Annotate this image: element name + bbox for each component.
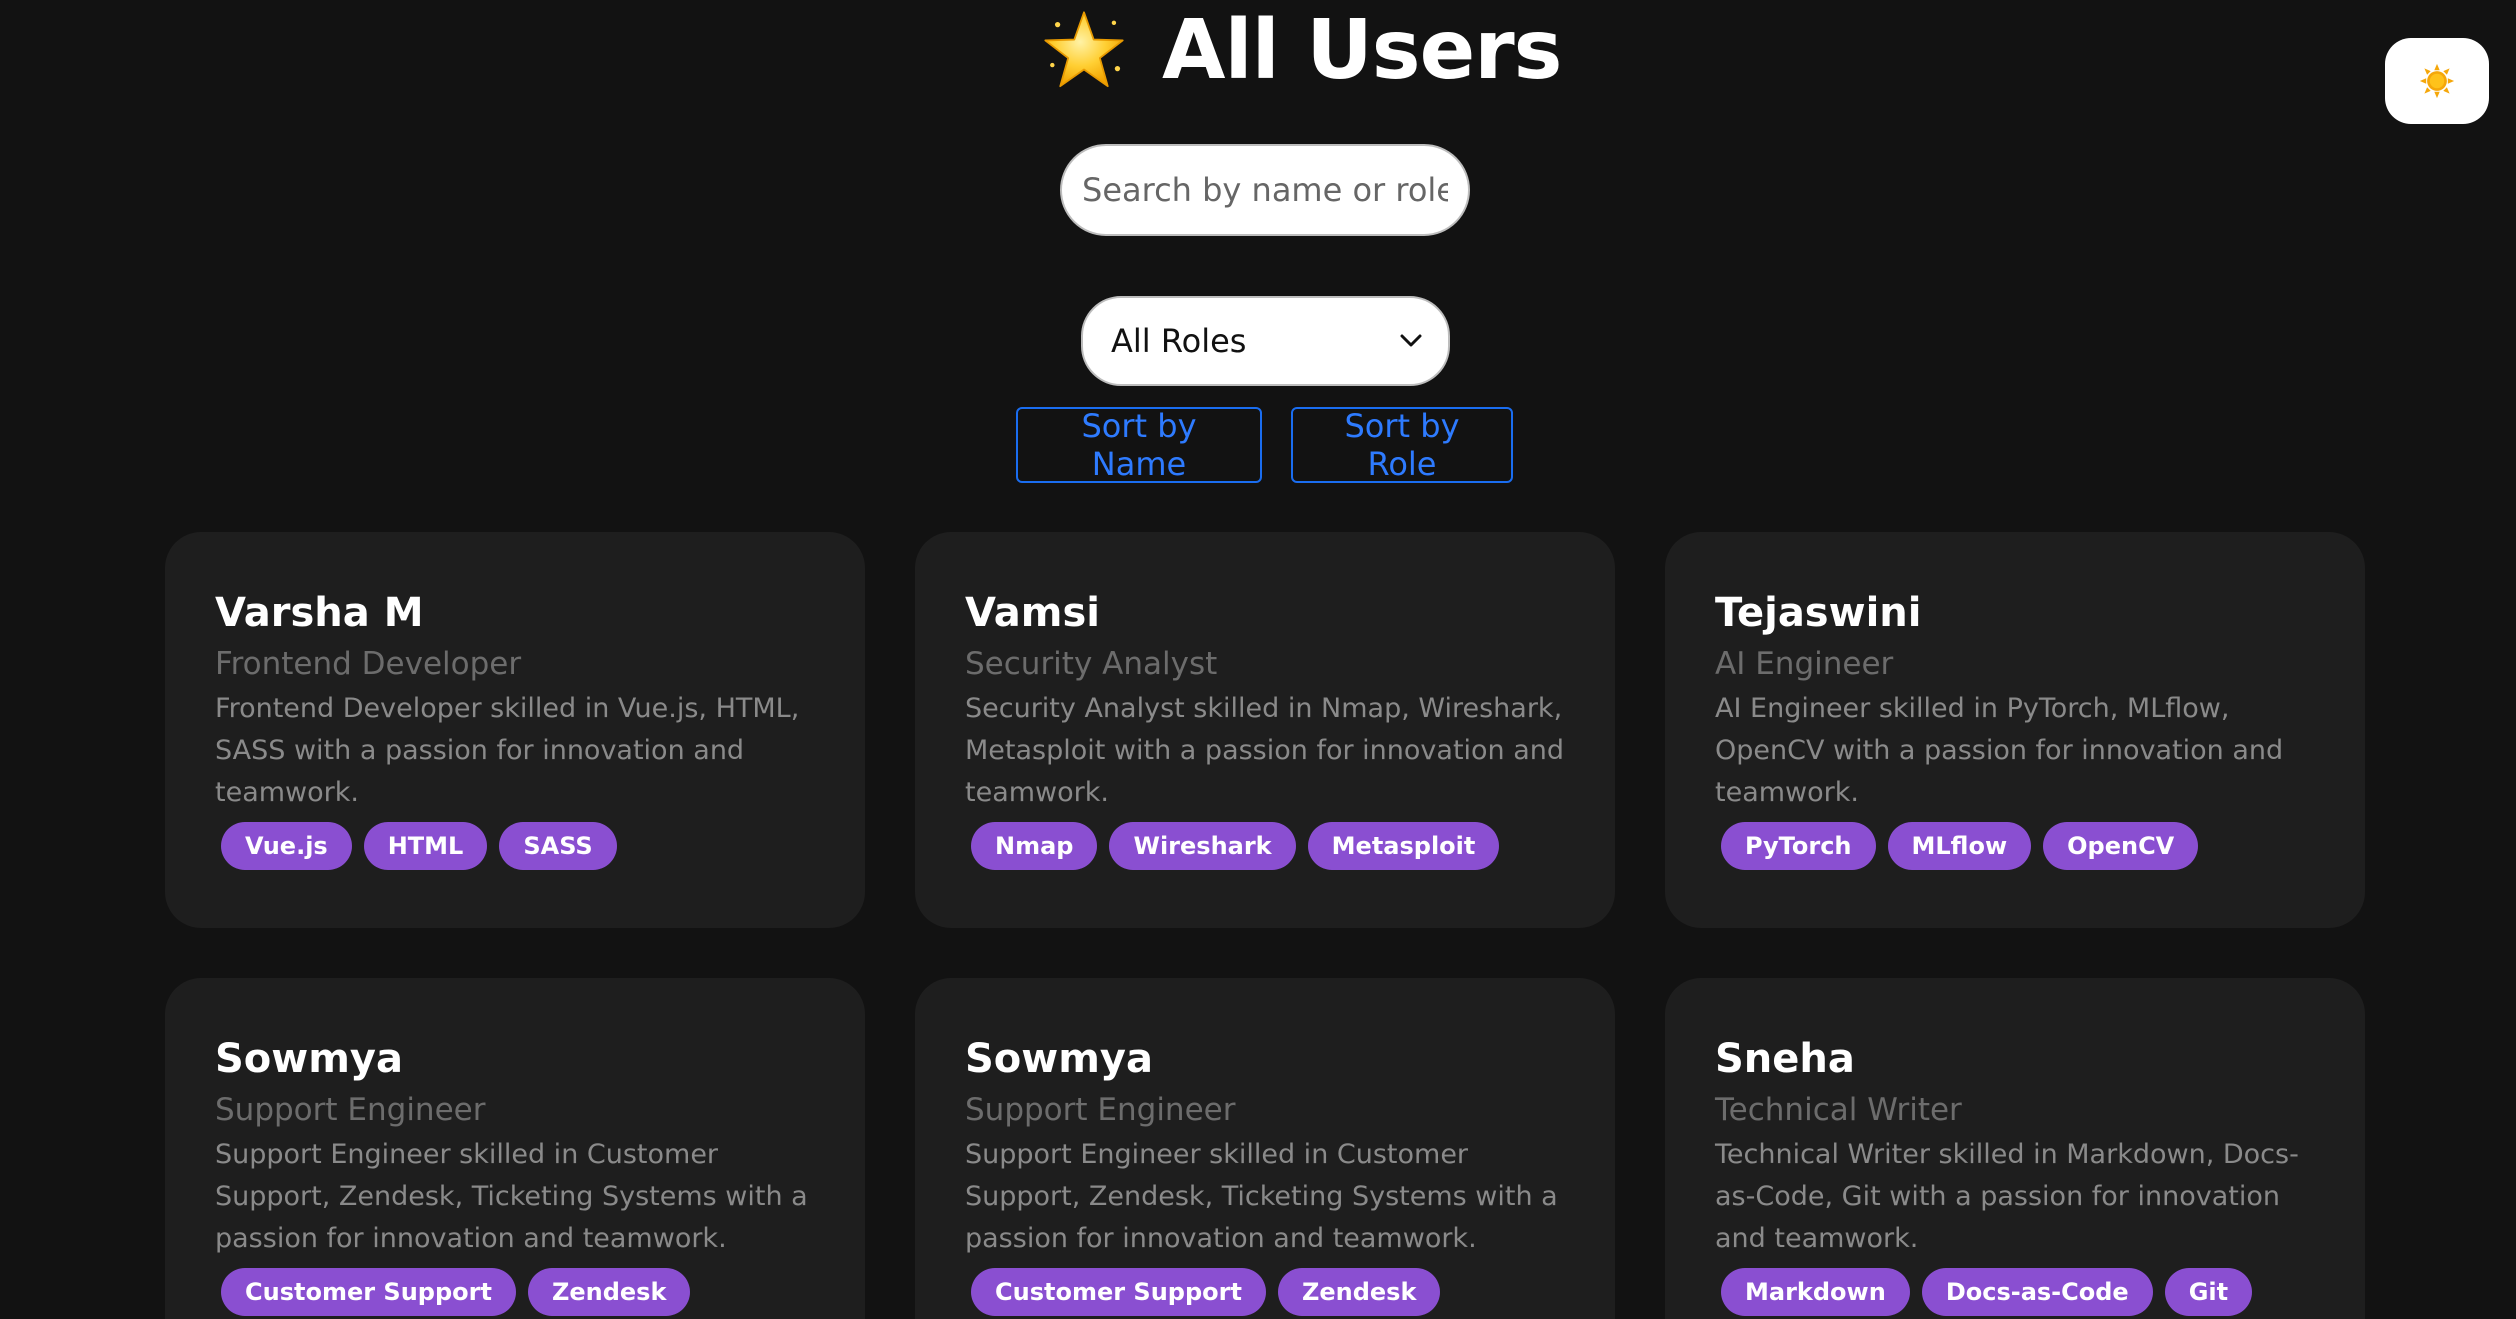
skill-tags: Nmap Wireshark Metasploit (965, 822, 1565, 870)
user-description: Security Analyst skilled in Nmap, Wiresh… (965, 693, 1565, 808)
user-name: Sneha (1715, 1036, 1855, 1082)
user-card: Vamsi Security Analyst Security Analyst … (915, 532, 1615, 928)
skill-tag: Customer Support (971, 1268, 1266, 1316)
user-role: Support Engineer (215, 1092, 486, 1128)
sort-by-role-button[interactable]: Sort by Role (1291, 407, 1513, 483)
skill-tag: Wireshark (1109, 822, 1296, 870)
skill-tag: Nmap (971, 822, 1098, 870)
search-input[interactable] (1060, 144, 1470, 236)
header: All Users (0, 0, 2516, 124)
skill-tag: SASS (499, 822, 617, 870)
skill-tag: MLflow (1887, 822, 2032, 870)
star-icon (1044, 11, 1124, 88)
user-description: AI Engineer skilled in PyTorch, MLflow, … (1715, 693, 2284, 808)
role-filter-select[interactable]: All Roles (1081, 296, 1450, 386)
user-description: Support Engineer skilled in Customer Sup… (215, 1139, 808, 1254)
skill-tag: Zendesk (1277, 1268, 1441, 1316)
skill-tags: PyTorch MLflow OpenCV (1715, 822, 2315, 870)
user-description: Frontend Developer skilled in Vue.js, HT… (215, 693, 800, 808)
user-name: Sowmya (215, 1036, 403, 1082)
skill-tags: Vue.js HTML SASS (215, 822, 815, 870)
skill-tag: PyTorch (1721, 822, 1876, 870)
page: All Users All Roles (0, 0, 2516, 1319)
skill-tag: Vue.js (221, 822, 352, 870)
user-card: Varsha M Frontend Developer Frontend Dev… (165, 532, 865, 928)
skill-tag: Markdown (1721, 1268, 1910, 1316)
user-name: Vamsi (965, 590, 1100, 636)
user-card: Tejaswini AI Engineer AI Engineer skille… (1665, 532, 2365, 928)
skill-tag: Zendesk (527, 1268, 691, 1316)
title-wrap: All Users (1040, 3, 1562, 98)
sun-icon (2419, 63, 2455, 99)
user-card: Sowmya Support Engineer Support Engineer… (915, 978, 1615, 1319)
user-role: Support Engineer (965, 1092, 1236, 1128)
user-card: Sneha Technical Writer Technical Writer … (1665, 978, 2365, 1319)
user-name: Tejaswini (1715, 590, 1922, 636)
skill-tags: Customer Support Zendesk (215, 1268, 815, 1316)
user-description: Technical Writer skilled in Markdown, Do… (1715, 1139, 2299, 1254)
user-name: Varsha M (215, 590, 424, 636)
user-role: AI Engineer (1715, 646, 1894, 682)
skill-tag: OpenCV (2043, 822, 2199, 870)
skill-tag: Metasploit (1307, 822, 1500, 870)
user-role: Security Analyst (965, 646, 1218, 682)
skill-tags: Customer Support Zendesk (965, 1268, 1565, 1316)
skill-tags: Markdown Docs-as-Code Git (1715, 1268, 2315, 1316)
skill-tag: Docs-as-Code (1921, 1268, 2153, 1316)
skill-tag: HTML (363, 822, 488, 870)
user-role: Technical Writer (1715, 1092, 1962, 1128)
theme-toggle-button[interactable] (2385, 38, 2489, 124)
role-filter-value: All Roles (1111, 322, 1247, 360)
user-card: Sowmya Support Engineer Support Engineer… (165, 978, 865, 1319)
sort-by-name-button[interactable]: Sort by Name (1016, 407, 1262, 483)
skill-tag: Customer Support (221, 1268, 516, 1316)
user-name: Sowmya (965, 1036, 1153, 1082)
user-role: Frontend Developer (215, 646, 522, 682)
page-title: All Users (1162, 3, 1562, 98)
skill-tag: Git (2164, 1268, 2253, 1316)
user-description: Support Engineer skilled in Customer Sup… (965, 1139, 1558, 1254)
chevron-down-icon (1400, 334, 1422, 347)
